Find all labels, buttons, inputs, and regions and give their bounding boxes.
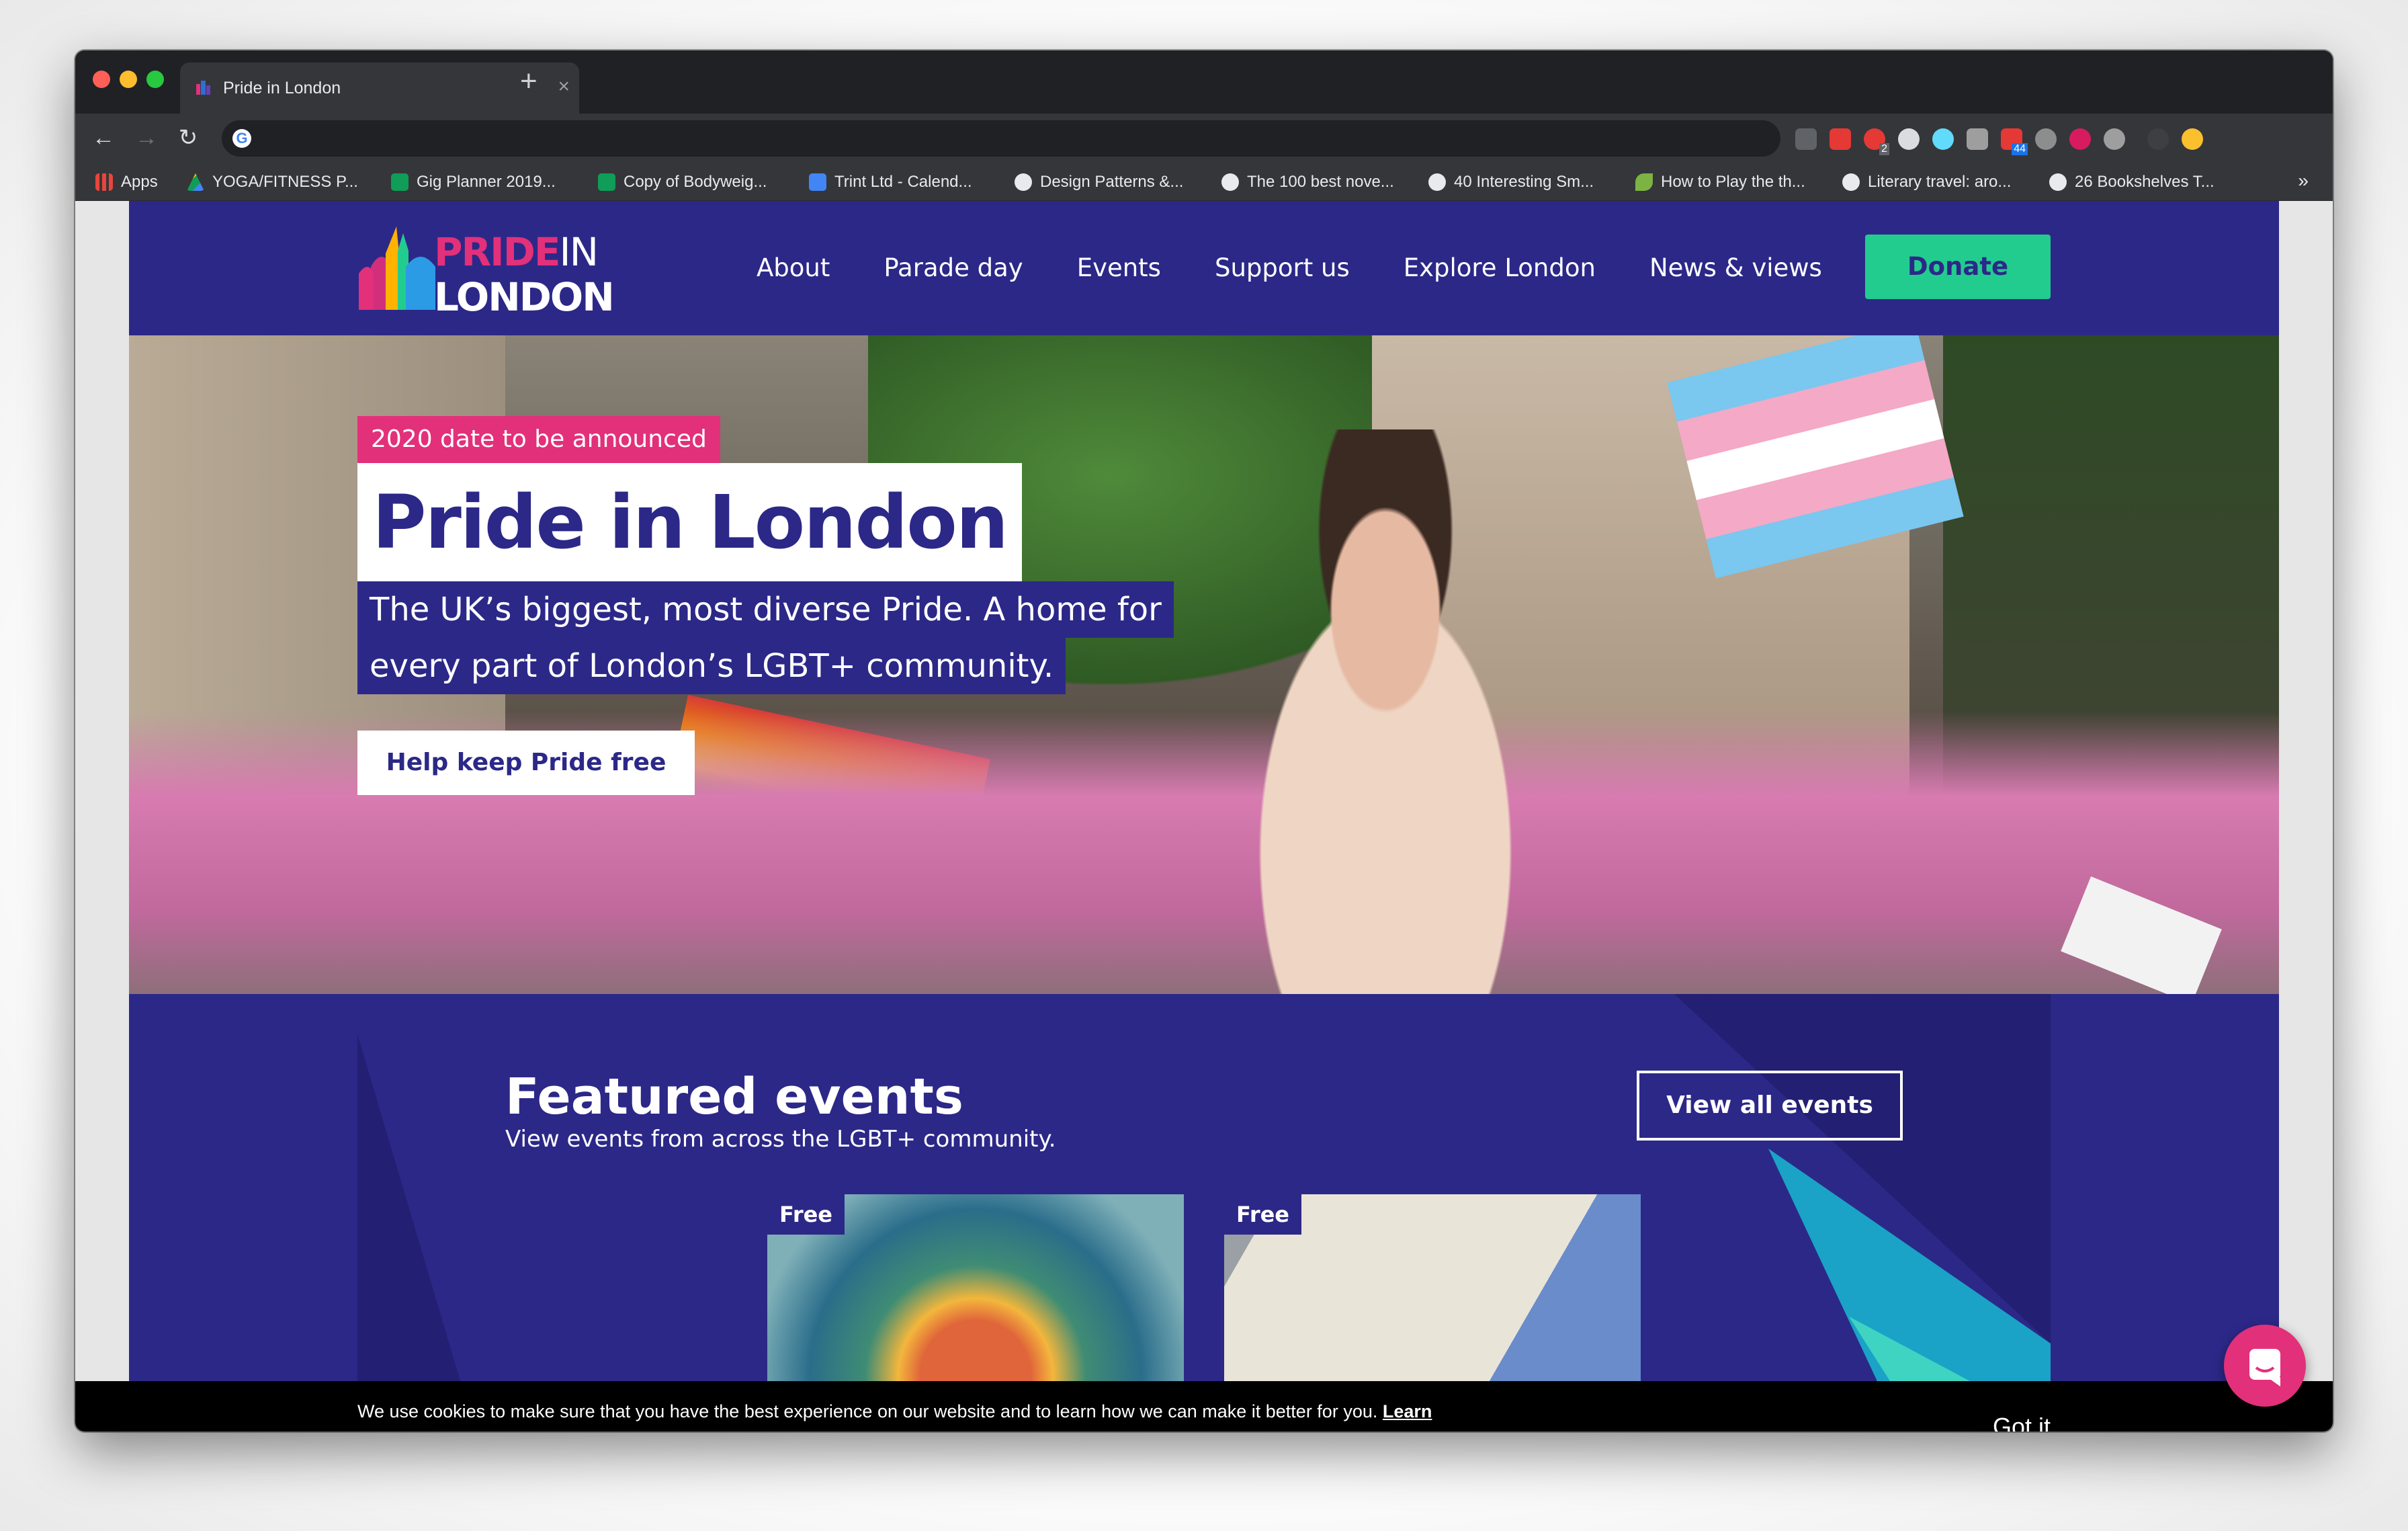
google-drive-icon	[187, 173, 204, 191]
bookmark-trint-calendar[interactable]: Trint Ltd - Calend...	[809, 170, 972, 194]
k-extension-icon[interactable]	[1967, 128, 1988, 150]
update-indicator-icon[interactable]	[2182, 128, 2203, 150]
site-header: PRIDEIN LONDON About Parade day Events S…	[129, 201, 2279, 335]
bookmark-apps[interactable]: Apps	[95, 170, 158, 194]
chat-launcher-button[interactable]	[2224, 1325, 2306, 1407]
london-skyline-logo-icon	[359, 226, 435, 310]
forward-arrow-icon[interactable]: →	[132, 123, 161, 153]
maximize-window-button[interactable]	[146, 71, 164, 88]
featured-events-title: Featured events	[505, 1068, 963, 1126]
event-card[interactable]: Free	[1224, 1194, 1641, 1396]
bookmark-yoga[interactable]: YOGA/FITNESS P...	[187, 170, 358, 194]
cookie-text: We use cookies to make sure that you hav…	[357, 1401, 1378, 1421]
nav-events[interactable]: Events	[1077, 253, 1161, 282]
nav-support-us[interactable]: Support us	[1215, 253, 1350, 282]
nav-explore-london[interactable]: Explore London	[1404, 253, 1596, 282]
globe-icon	[2049, 173, 2067, 191]
chat-bubble-icon	[2249, 1349, 2280, 1387]
address-bar[interactable]: G	[222, 120, 1780, 157]
view-all-events-button[interactable]: View all events	[1637, 1071, 1903, 1141]
reload-icon[interactable]: ↻	[173, 123, 203, 153]
info-extension-icon[interactable]	[2104, 128, 2125, 150]
more-dots-extension-icon[interactable]	[1795, 128, 1817, 150]
got-it-button[interactable]: Got it	[1993, 1411, 2051, 1432]
pride-in-london-logo[interactable]: PRIDEIN LONDON	[359, 226, 615, 317]
logo-wordmark: PRIDEIN LONDON	[434, 233, 615, 320]
nav-news-views[interactable]: News & views	[1649, 253, 1822, 282]
pride-site: PRIDEIN LONDON About Parade day Events S…	[129, 201, 2279, 1432]
cookie-banner: We use cookies to make sure that you hav…	[75, 1381, 2333, 1432]
hero-title: Pride in London	[357, 463, 1023, 581]
hero-subtitle-line-2: every part of London’s LGBT+ community.	[357, 638, 1066, 694]
logo-london-text: LONDON	[434, 274, 615, 320]
bookmark-design-patterns[interactable]: Design Patterns &...	[1015, 170, 1183, 194]
globe-icon	[1428, 173, 1446, 191]
mail-extension-icon[interactable]: 44	[2001, 128, 2028, 155]
bookmark-26-bookshelves[interactable]: 26 Bookshelves T...	[2049, 170, 2214, 194]
page-viewport: PRIDEIN LONDON About Parade day Events S…	[75, 201, 2333, 1432]
free-tag: Free	[767, 1194, 845, 1235]
bookmarks-overflow-icon[interactable]: »	[2298, 170, 2309, 192]
free-tag: Free	[1224, 1194, 1301, 1235]
leaf-icon	[1635, 173, 1653, 191]
featured-events-section: Featured events View events from across …	[357, 994, 2051, 1432]
date-announcement-tag: 2020 date to be announced	[357, 416, 720, 463]
featured-decor-shapes	[357, 994, 2051, 1432]
tab-strip: Pride in London × +	[75, 50, 2333, 114]
youtube-extension-icon[interactable]	[1830, 128, 1851, 150]
logo-pride-text: PRIDE	[434, 229, 561, 275]
browser-window: Pride in London × + ← → ↻ G 2 44 Apps YO…	[75, 50, 2333, 1432]
bookmark-how-to-play[interactable]: How to Play the th...	[1635, 170, 1805, 194]
apps-grid-icon	[95, 173, 113, 191]
google-icon: G	[232, 129, 251, 148]
google-sheets-icon	[391, 173, 408, 191]
bookmarks-bar: Apps YOGA/FITNESS P... Gig Planner 2019.…	[75, 163, 2333, 201]
bookmark-literary-travel[interactable]: Literary travel: aro...	[1842, 170, 2011, 194]
bookmark-40-interesting[interactable]: 40 Interesting Sm...	[1428, 170, 1594, 194]
nav-parade-day[interactable]: Parade day	[884, 253, 1023, 282]
event-card[interactable]: Free	[767, 1194, 1184, 1396]
hero-section: 2020 date to be announced Pride in Londo…	[129, 335, 2279, 994]
calendar-icon	[809, 173, 826, 191]
react-devtools-icon[interactable]	[1932, 128, 1954, 150]
bookmark-bodyweight[interactable]: Copy of Bodyweig...	[598, 170, 767, 194]
extension-with-badge-icon[interactable]: 2	[1864, 128, 1889, 155]
tab-close-icon[interactable]: ×	[558, 75, 570, 99]
bird-extension-icon[interactable]	[2035, 128, 2057, 150]
nav-about[interactable]: About	[757, 253, 830, 282]
help-keep-pride-free-button[interactable]: Help keep Pride free	[357, 731, 695, 795]
bookmark-gig-planner[interactable]: Gig Planner 2019...	[391, 170, 556, 194]
google-sheets-icon	[598, 173, 615, 191]
close-window-button[interactable]	[93, 71, 110, 88]
tab-pride-in-london[interactable]: Pride in London ×	[180, 63, 579, 114]
main-nav: About Parade day Events Support us Explo…	[757, 253, 1822, 282]
featured-events-subtitle: View events from across the LGBT+ commun…	[505, 1126, 1056, 1153]
cookie-message: We use cookies to make sure that you hav…	[357, 1393, 1459, 1432]
back-arrow-icon[interactable]: ←	[89, 123, 118, 153]
trans-flag	[1667, 335, 1964, 579]
globe-icon	[1221, 173, 1239, 191]
profile-avatar[interactable]	[2147, 128, 2169, 150]
new-tab-button[interactable]: +	[520, 64, 538, 99]
donate-button[interactable]: Donate	[1865, 235, 2051, 299]
robot-extension-icon[interactable]	[1898, 128, 1920, 150]
hero-photo-queen-figure	[1177, 429, 1594, 994]
logo-in-text: IN	[559, 229, 599, 275]
globe-icon	[1015, 173, 1032, 191]
globe-icon	[1842, 173, 1860, 191]
hero-subtitle-line-1: The UK’s biggest, most diverse Pride. A …	[357, 581, 1174, 638]
tab-title: Pride in London	[223, 79, 341, 97]
pride-favicon-icon	[196, 81, 210, 95]
bookmark-100-best-novels[interactable]: The 100 best nove...	[1221, 170, 1394, 194]
extensions-area: 2 44	[1795, 127, 2203, 155]
minimize-window-button[interactable]	[120, 71, 137, 88]
browser-toolbar: ← → ↻ G 2 44	[75, 114, 2333, 163]
hash-extension-icon[interactable]	[2069, 128, 2091, 150]
